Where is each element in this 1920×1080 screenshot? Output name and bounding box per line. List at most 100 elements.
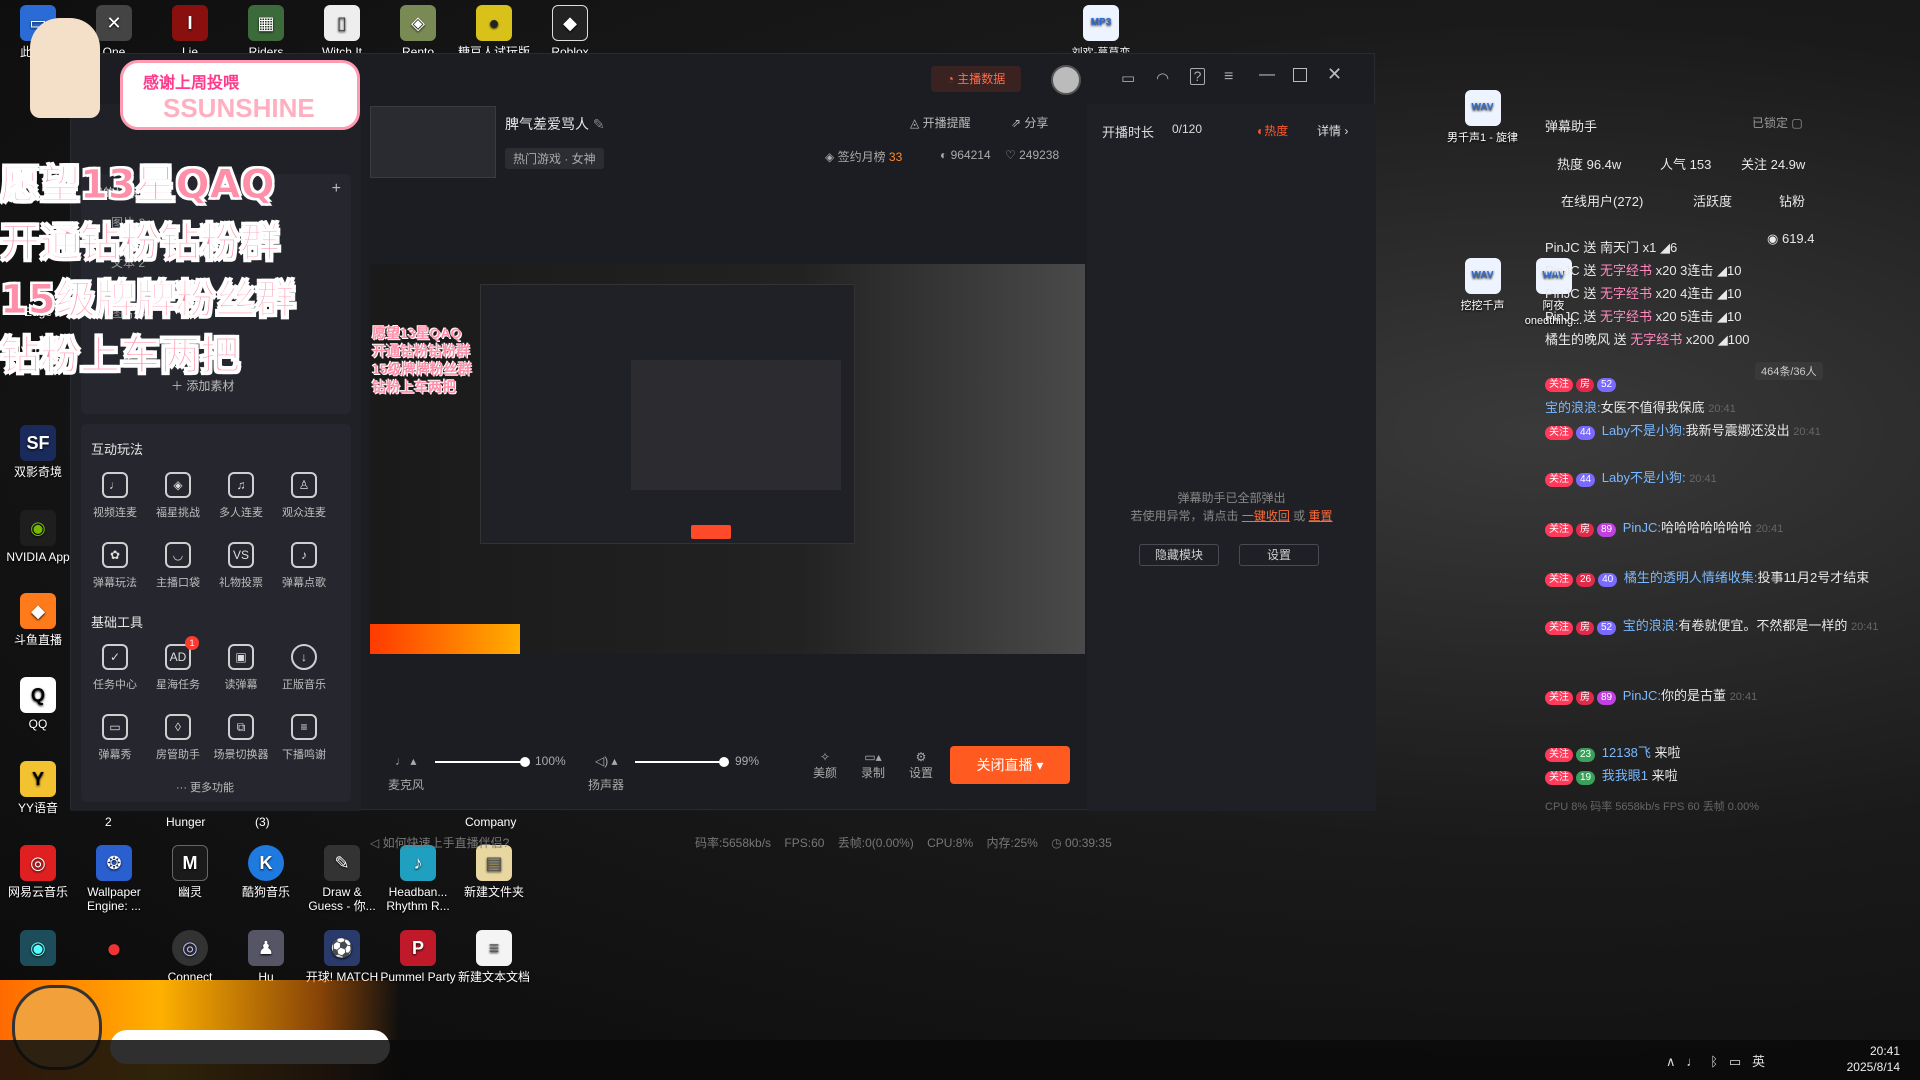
settings-small-button[interactable]: 设置 — [1239, 544, 1319, 566]
mic-volume-knob[interactable] — [520, 757, 530, 767]
desktop-icon-rento[interactable]: ◈ Rento — [380, 5, 456, 59]
help-icon[interactable]: ? — [1190, 68, 1205, 85]
settings-button[interactable]: ⚙ 设置 — [906, 750, 936, 781]
stream-preview[interactable]: 愿望13星QAQ 开通钻粉钻粉群 15级牌牌粉丝群 钻粉上车两把 — [370, 264, 1085, 654]
tool-lucky-challenge[interactable]: ◈ 福星挑战 — [146, 472, 210, 520]
mic-volume-slider[interactable] — [435, 757, 530, 767]
help-link[interactable]: ◁ 如何快速上手直播伴侣? — [370, 834, 509, 851]
desktop-icon-qq[interactable]: Q QQ — [0, 677, 76, 731]
desktop-icon-draw-guess[interactable]: ✎ Draw & Guess - 你... — [304, 845, 380, 913]
desktop-icon-match[interactable]: ⚽ 开球! MATCH — [304, 930, 380, 984]
desktop-icon-witch-it[interactable]: ▯ Witch It — [304, 5, 380, 59]
desktop-icon-connect[interactable]: ◎ Connect — [152, 930, 228, 984]
chat-message: 关注 26 40 橘生的透明人情绪收集:投事11月2号才结束 — [1545, 567, 1869, 587]
desktop-icon-roblox[interactable]: ◆ Roblox — [532, 5, 608, 59]
close-icon[interactable]: ✕ — [1327, 64, 1342, 85]
speaker-volume-slider[interactable] — [635, 757, 730, 767]
tool-danmu-show[interactable]: ▭ 弹幕秀 — [83, 714, 147, 762]
tool-audience-link[interactable]: ♙ 观众连麦 — [272, 472, 336, 520]
speaker-volume-knob[interactable] — [719, 757, 730, 767]
tool-thanks[interactable]: ≡ 下播鸣谢 — [272, 714, 336, 762]
tool-room-admin[interactable]: ◊ 房管助手 — [146, 714, 210, 762]
tool-scene-switch[interactable]: ⧉ 场景切换器 — [209, 714, 273, 762]
multi-mic-icon: ♫ — [228, 472, 254, 498]
nested-stop-button — [691, 525, 731, 539]
mic-icon: ♩ — [102, 472, 128, 498]
tool-danmu-play[interactable]: ✿ 弹幕玩法 — [83, 542, 147, 590]
desktop-icon-mp3[interactable]: MP3 刘欢-蔓草恋 — [1063, 5, 1139, 60]
share-button[interactable]: ⇗ 分享 — [1011, 114, 1048, 131]
desktop-icon-wav-1[interactable]: WAV 男千声1 - 旋律 — [1445, 90, 1520, 145]
online-users-tab[interactable]: 在线用户(272) — [1561, 191, 1643, 210]
monthly-rank[interactable]: ◈ 签约月榜 33 — [825, 148, 902, 165]
reset-link[interactable]: 重置 — [1309, 509, 1333, 523]
activity-tab[interactable]: 活跃度 — [1693, 191, 1732, 210]
download-icon: ↓ — [291, 644, 317, 670]
stop-live-button[interactable]: 关闭直播 ▾ — [950, 746, 1070, 784]
speaker-icon[interactable]: ◁) ▴ — [595, 754, 618, 768]
tool-read-danmu[interactable]: ▣ 读弹幕 — [209, 644, 273, 692]
more-functions-button[interactable]: ··· 更多功能 — [176, 779, 234, 795]
roblox-icon: ◆ — [552, 5, 588, 41]
desktop-icon-wallpaper[interactable]: ❂ Wallpaper Engine: ... — [76, 845, 152, 913]
desktop-icon-app[interactable]: ● — [76, 930, 152, 970]
chevron-up-icon[interactable]: ∧ — [1666, 1054, 1676, 1069]
desktop-icon-ghost[interactable]: M 幽灵 — [152, 845, 228, 899]
tool-song-request[interactable]: ♪ 弹幕点歌 — [272, 542, 336, 590]
menu-icon[interactable]: ≡ — [1224, 68, 1233, 86]
room-cover[interactable] — [370, 106, 496, 178]
desktop-icon-nvidia[interactable]: ◉ NVIDIA App — [0, 510, 76, 564]
anchor-data-button[interactable]: ◔ 主播数据 — [931, 66, 1021, 92]
lock-status[interactable]: 已锁定 ▢ — [1752, 114, 1803, 131]
message-icon[interactable]: ▭ — [1121, 69, 1135, 87]
desktop-icon-new-folder[interactable]: ▤ 新建文件夹 — [456, 845, 532, 899]
hide-module-button[interactable]: 隐藏模块 — [1139, 544, 1219, 566]
maximize-icon[interactable] — [1293, 68, 1307, 82]
tool-star-task[interactable]: AD 1 星海任务 — [146, 636, 210, 692]
diamond-tab[interactable]: 钻粉 — [1779, 191, 1805, 210]
desktop-icon-headbang[interactable]: ♪ Headban... Rhythm R... — [380, 845, 456, 913]
mic-icon[interactable]: ♩ ▴ — [395, 754, 416, 768]
desktop-icon-fall-guys[interactable]: ● 糖豆人试玩版 — [456, 5, 532, 59]
edit-icon[interactable]: ✎ — [593, 116, 605, 132]
clock[interactable]: 20:41 2025/8/14 — [1847, 1043, 1900, 1075]
desktop-icon-yy[interactable]: Y YY语音 — [0, 761, 76, 815]
desktop-icon-douyu[interactable]: ◆ 斗鱼直播 — [0, 593, 76, 647]
desktop-icon-riders[interactable]: ▦ Riders — [228, 5, 304, 59]
ime-indicator[interactable]: 英 — [1752, 1054, 1765, 1069]
desktop-icon-new-text[interactable]: ≡ 新建文本文档 — [456, 930, 532, 984]
reminder-button[interactable]: ◬ 开播提醒 — [910, 114, 971, 131]
live-count: 0/120 — [1172, 122, 1203, 136]
desktop-icon-wav-2[interactable]: WAV 挖挖千声 — [1445, 258, 1520, 313]
desktop-icon-lie[interactable]: I Lie — [152, 5, 228, 59]
microphone-icon[interactable]: ♩ — [1686, 1054, 1699, 1069]
room-category[interactable]: 热门游戏 · 女神 — [505, 148, 604, 169]
add-scene-icon[interactable]: + — [332, 180, 341, 198]
record-button[interactable]: ▭▴ 录制 — [858, 750, 888, 781]
desktop-icon-netease[interactable]: ◎ 网易云音乐 — [0, 845, 76, 899]
tool-music[interactable]: ↓ 正版音乐 — [272, 644, 336, 692]
minimize-icon[interactable]: — — [1259, 66, 1275, 84]
chat-message: 关注 44 Laby不是小狗:我新号震娜还没出 20:41 — [1545, 420, 1821, 440]
beauty-button[interactable]: ✧ 美颜 — [810, 750, 840, 781]
desktop-icon-app[interactable]: ◉ — [0, 930, 76, 970]
desktop-label: (3) — [255, 815, 270, 829]
notification-badge: 1 — [185, 636, 199, 650]
desktop-icon-pummel[interactable]: P Pummel Party — [380, 930, 456, 984]
recall-link[interactable]: 一键收回 — [1242, 509, 1290, 523]
room-title[interactable]: 脾气差爱骂人 ✎ — [505, 114, 605, 134]
bluetooth-icon[interactable]: ᛒ — [1710, 1054, 1718, 1069]
detail-link[interactable]: 详情 › — [1317, 122, 1348, 139]
headset-icon[interactable]: ◠ — [1156, 69, 1169, 87]
tool-multi-link[interactable]: ♫ 多人连麦 — [209, 472, 273, 520]
desktop-icon-split[interactable]: SF 双影奇境 — [0, 425, 76, 479]
tool-anchor-pocket[interactable]: ◡ 主播口袋 — [146, 542, 210, 590]
tool-task-center[interactable]: ✓ 任务中心 — [83, 644, 147, 692]
tool-video-link[interactable]: ♩ 视频连麦 — [83, 472, 147, 520]
avatar[interactable] — [1051, 65, 1081, 95]
tool-gift-vote[interactable]: VS 礼物投票 — [209, 542, 273, 590]
desktop-icon-kugou[interactable]: K 酷狗音乐 — [228, 845, 304, 899]
desktop-icon-hu[interactable]: ♟ Hu — [228, 930, 304, 984]
overlay-line-3: 15级牌牌粉丝群 — [0, 277, 296, 324]
network-icon[interactable]: ▭ — [1729, 1054, 1741, 1069]
